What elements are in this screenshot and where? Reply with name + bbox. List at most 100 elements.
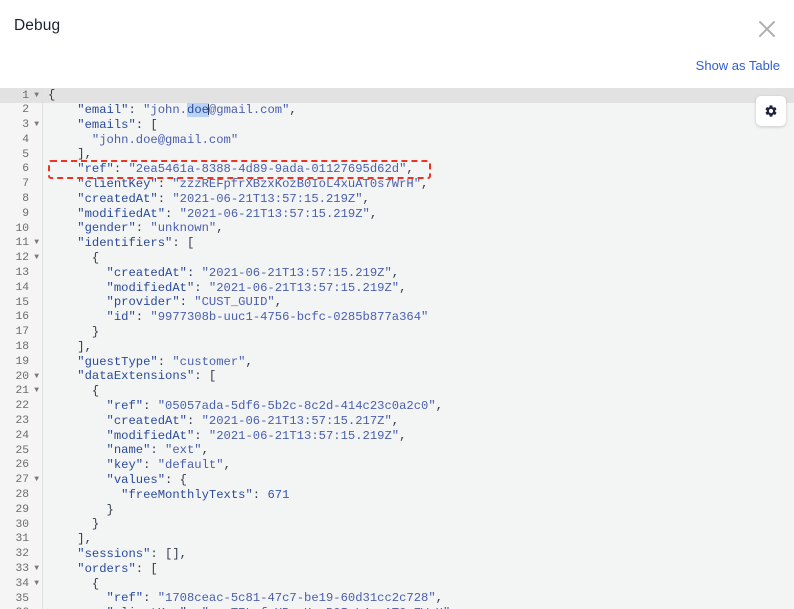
code-line[interactable]: 6 "ref": "2ea5461a-8388-4d89-9ada-011276… <box>0 161 794 177</box>
code-line[interactable]: 27 ▼ "values": { <box>0 472 794 488</box>
fold-toggle-icon[interactable]: ▼ <box>34 578 39 590</box>
line-gutter: 3 ▼ <box>0 117 43 133</box>
line-gutter: 32 <box>0 546 43 562</box>
code-text: { <box>48 88 56 103</box>
code-line[interactable]: 23 "createdAt": "2021-06-21T13:57:15.217… <box>0 413 794 429</box>
code-line[interactable]: 29 } <box>0 502 794 518</box>
code-line[interactable]: 1 ▼{ <box>0 88 794 103</box>
debug-modal: Debug Show as Table 1 ▼{2 "email": "john.… <box>0 0 794 609</box>
code-line[interactable]: 34 ▼ { <box>0 576 794 592</box>
code-text: "sessions": [], <box>77 547 187 561</box>
code-line[interactable]: 16 "id": "9977308b-uuc1-4756-bcfc-0285b8… <box>0 309 794 325</box>
code-line[interactable]: 35 "ref": "1708ceac-5c81-47c7-be19-60d31… <box>0 591 794 606</box>
line-number: 5 <box>22 148 29 161</box>
code-line[interactable]: 33 ▼ "orders": [ <box>0 561 794 577</box>
fold-toggle-icon[interactable]: ▼ <box>34 563 39 575</box>
code-text: "modifiedAt": "2021-06-21T13:57:15.219Z"… <box>106 280 407 295</box>
line-gutter: 18 <box>0 339 43 355</box>
code-line[interactable]: 8 "createdAt": "2021-06-21T13:57:15.219Z… <box>0 191 794 207</box>
code-text: { <box>48 251 100 266</box>
fold-toggle-icon[interactable]: ▼ <box>34 371 39 383</box>
fold-toggle-icon[interactable]: ▼ <box>34 90 39 102</box>
code-line[interactable]: 18 ], <box>0 339 794 355</box>
code-line[interactable]: 4 "john.doe@gmail.com" <box>0 132 794 148</box>
line-gutter: 8 <box>0 191 43 207</box>
code-line[interactable]: 25 "name": "ext", <box>0 443 794 458</box>
code-line[interactable]: 22 "ref": "05057ada-5df6-5b2c-8c2d-414c2… <box>0 398 794 414</box>
line-number: 26 <box>15 459 29 472</box>
line-number: 20 <box>15 370 29 383</box>
gear-icon[interactable] <box>756 96 786 126</box>
text-cursor <box>207 104 209 116</box>
line-gutter: 9 <box>0 206 43 222</box>
fold-toggle-icon[interactable]: ▼ <box>34 252 39 264</box>
code-line[interactable]: 32 "sessions": [], <box>0 546 794 562</box>
line-gutter: 23 <box>0 413 43 429</box>
code-line[interactable]: 3 ▼ "emails": [ <box>0 117 794 133</box>
code-line[interactable]: 20 ▼ "dataExtensions": [ <box>0 369 794 384</box>
line-gutter: 21 ▼ <box>0 383 43 399</box>
line-gutter: 20 ▼ <box>0 369 43 384</box>
code-line[interactable]: 21 ▼ { <box>0 383 794 399</box>
line-number: 16 <box>15 311 29 324</box>
line-number: 10 <box>15 222 29 235</box>
line-gutter: 33 ▼ <box>0 561 43 577</box>
line-number: 32 <box>15 548 29 561</box>
code-line[interactable]: 28 "freeMonthlyTexts": 671 <box>0 487 794 503</box>
line-gutter: 11 ▼ <box>0 235 43 251</box>
show-as-table-link[interactable]: Show as Table <box>696 58 780 73</box>
code-line[interactable]: 12 ▼ { <box>0 250 794 266</box>
line-number: 1 <box>22 89 29 102</box>
line-gutter: 12 ▼ <box>0 250 43 266</box>
line-number: 13 <box>15 267 29 280</box>
line-gutter: 30 <box>0 517 43 532</box>
line-gutter: 1 ▼ <box>0 88 43 103</box>
code-line[interactable]: 13 "createdAt": "2021-06-21T13:57:15.219… <box>0 265 794 281</box>
code-text: } <box>48 325 100 340</box>
code-text: "modifiedAt": "2021-06-21T13:57:15.219Z"… <box>77 206 378 221</box>
code-line[interactable]: 14 "modifiedAt": "2021-06-21T13:57:15.21… <box>0 280 794 296</box>
line-gutter: 35 <box>0 591 43 606</box>
close-icon[interactable] <box>752 14 782 44</box>
fold-toggle-icon[interactable]: ▼ <box>34 237 39 249</box>
line-gutter: 7 <box>0 176 43 192</box>
line-number: 21 <box>15 385 29 398</box>
code-line[interactable]: 26 "key": "default", <box>0 457 794 473</box>
code-text: "name": "ext", <box>106 443 209 458</box>
code-line[interactable]: 31 ], <box>0 531 794 547</box>
fold-toggle-icon[interactable]: ▼ <box>34 119 39 131</box>
code-line[interactable]: 11 ▼ "identifiers": [ <box>0 235 794 251</box>
line-gutter: 4 <box>0 132 43 148</box>
code-text: } <box>48 502 114 517</box>
code-text: "createdAt": "2021-06-21T13:57:15.217Z", <box>106 413 400 428</box>
code-text: "modifiedAt": "2021-06-21T13:57:15.219Z"… <box>106 428 407 443</box>
fold-toggle-icon[interactable]: ▼ <box>34 474 39 486</box>
code-line[interactable]: 7 "clientKey": "zzzREFpfrXBzxKozB0IoL4xu… <box>0 176 794 192</box>
line-number: 22 <box>15 400 29 413</box>
code-line[interactable]: 19 "guestType": "customer", <box>0 354 794 370</box>
line-gutter: 22 <box>0 398 43 414</box>
code-line[interactable]: 30 } <box>0 517 794 532</box>
line-gutter: 6 <box>0 161 43 177</box>
code-line[interactable]: 9 "modifiedAt": "2021-06-21T13:57:15.219… <box>0 206 794 222</box>
code-text: ], <box>48 147 92 162</box>
code-text: { <box>48 576 100 591</box>
code-text: "dataExtensions": [ <box>77 369 217 384</box>
code-text: "freeMonthlyTexts": 671 <box>121 487 290 502</box>
code-line[interactable]: 17 } <box>0 324 794 340</box>
fold-toggle-icon[interactable]: ▼ <box>34 385 39 397</box>
line-number: 6 <box>22 163 29 176</box>
line-number: 30 <box>15 518 29 531</box>
code-line[interactable]: 2 "email": "john.doe@gmail.com", <box>0 102 794 118</box>
code-line[interactable]: 15 "provider": "CUST_GUID", <box>0 295 794 310</box>
code-line[interactable]: 10 "gender": "unknown", <box>0 221 794 236</box>
line-number: 9 <box>22 207 29 220</box>
line-number: 34 <box>15 577 29 590</box>
code-line[interactable]: 5 ], <box>0 147 794 162</box>
code-text: "createdAt": "2021-06-21T13:57:15.219Z", <box>77 191 370 206</box>
code-line[interactable]: 24 "modifiedAt": "2021-06-21T13:57:15.21… <box>0 428 794 444</box>
code-text: "key": "default", <box>106 458 231 473</box>
json-code-editor[interactable]: 1 ▼{2 "email": "john.doe@gmail.com", 3 ▼ "e… <box>0 88 794 609</box>
line-gutter: 25 <box>0 443 43 458</box>
line-number: 12 <box>15 252 29 265</box>
